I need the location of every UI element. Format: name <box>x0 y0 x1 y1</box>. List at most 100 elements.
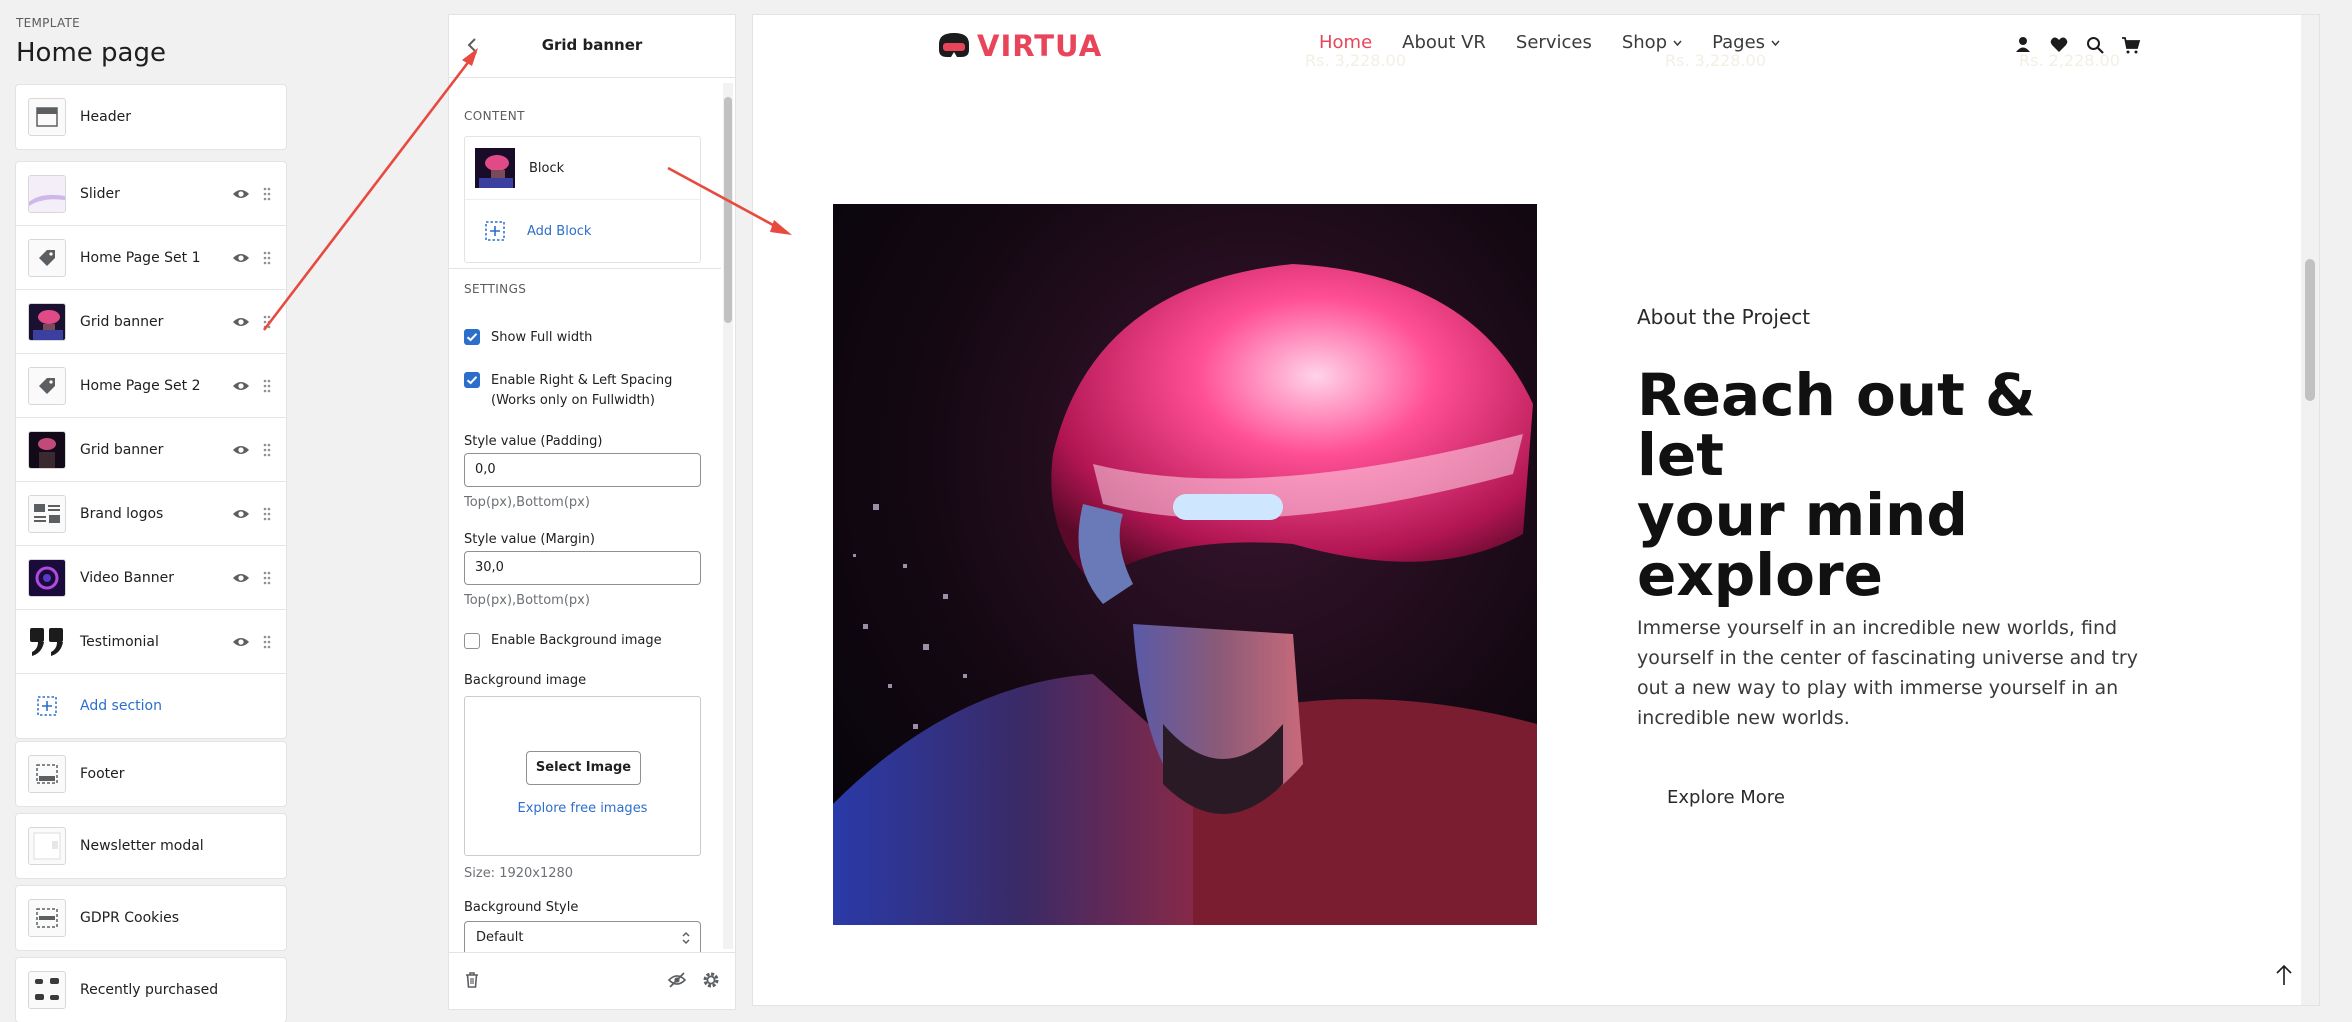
section-item-label: Header <box>80 109 131 125</box>
panel-title: Grid banner <box>541 36 643 54</box>
drag-handle-icon[interactable] <box>262 315 272 329</box>
section-item-label: Recently purchased <box>80 982 219 998</box>
section-item-testimonial[interactable]: Testimonial <box>16 610 286 674</box>
panel-header: Grid banner <box>449 15 735 78</box>
grid-banner-thumbnail <box>28 430 66 469</box>
template-caption: TEMPLATE <box>16 16 81 30</box>
drag-handle-icon[interactable] <box>262 443 272 457</box>
menu-item-label: About VR <box>1402 32 1486 53</box>
menu-item-label: Home <box>1319 32 1373 53</box>
sections-card: Slider Home Page Set 1 Grid banner Home … <box>15 161 287 739</box>
section-item-label: Video Banner <box>80 569 174 586</box>
menu-item-home[interactable]: Home <box>1319 32 1372 53</box>
add-section-label: Add section <box>80 698 162 714</box>
padding-label: Style value (Padding) <box>464 434 603 449</box>
section-item-recently-purchased[interactable]: Recently purchased <box>16 958 286 1022</box>
gear-icon[interactable] <box>701 970 721 990</box>
block-thumbnail <box>475 148 515 188</box>
drag-handle-icon[interactable] <box>262 571 272 585</box>
section-item-video-banner[interactable]: Video Banner <box>16 546 286 610</box>
section-item-home-page-set-2[interactable]: Home Page Set 2 <box>16 354 286 418</box>
eye-slash-icon[interactable] <box>667 971 687 989</box>
add-block-button[interactable]: Add Block <box>465 200 700 262</box>
select-image-button[interactable]: Select Image <box>526 751 641 785</box>
arrow-up-icon[interactable] <box>2274 963 2294 987</box>
heart-icon[interactable] <box>2049 35 2069 55</box>
add-section-button[interactable]: Add section <box>16 674 286 738</box>
block-item[interactable]: Block <box>465 137 700 200</box>
background-image-picker: Select Image Explore free images <box>464 696 701 856</box>
padding-input[interactable]: 0,0 <box>464 453 701 487</box>
section-item-grid-banner[interactable]: Grid banner <box>16 290 286 354</box>
menu-item-services[interactable]: Services <box>1516 32 1592 53</box>
menu-item-about-vr[interactable]: About VR <box>1402 32 1486 53</box>
section-item-grid-banner-2[interactable]: Grid banner <box>16 418 286 482</box>
margin-hint: Top(px),Bottom(px) <box>464 593 590 608</box>
eye-icon[interactable] <box>232 636 250 648</box>
drag-handle-icon[interactable] <box>262 635 272 649</box>
section-item-header[interactable]: Header <box>16 85 286 149</box>
newsletter-card: Newsletter modal <box>15 813 287 879</box>
trash-icon[interactable] <box>463 970 481 990</box>
add-block-icon <box>485 221 505 241</box>
eye-icon[interactable] <box>232 444 250 456</box>
section-item-label: Grid banner <box>80 313 164 330</box>
show-full-width-checkbox[interactable] <box>464 329 480 345</box>
vr-headset-logo-icon <box>939 33 969 57</box>
select-arrows-icon <box>682 931 690 945</box>
eye-icon[interactable] <box>232 508 250 520</box>
enable-spacing-sublabel: (Works only on Fullwidth) <box>491 393 655 408</box>
eye-icon[interactable] <box>232 380 250 392</box>
eye-icon[interactable] <box>232 316 250 328</box>
eye-icon[interactable] <box>232 572 250 584</box>
menu-item-pages[interactable]: Pages <box>1712 32 1780 53</box>
search-icon[interactable] <box>2085 35 2105 55</box>
drag-handle-icon[interactable] <box>262 187 272 201</box>
section-item-brand-logos[interactable]: Brand logos <box>16 482 286 546</box>
background-style-select[interactable]: Default <box>464 921 701 953</box>
margin-input[interactable]: 30,0 <box>464 551 701 585</box>
drag-handle-icon[interactable] <box>262 507 272 521</box>
section-item-label: Slider <box>80 185 120 202</box>
panel-scrollbar-thumb[interactable] <box>724 97 732 323</box>
panel-scrollbar[interactable] <box>723 83 733 949</box>
show-full-width-label: Show Full width <box>491 330 593 345</box>
preview-scrollbar[interactable] <box>2301 15 2319 1005</box>
preview-scrollbar-thumb[interactable] <box>2305 259 2315 401</box>
section-item-label: Brand logos <box>80 505 164 522</box>
template-sidebar: TEMPLATE Home page Header Slider Home Pa… <box>0 0 298 1022</box>
hero-paragraph: Immerse yourself in an incredible new wo… <box>1637 617 2138 729</box>
settings-heading: SETTINGS <box>464 282 527 296</box>
section-item-label: Home Page Set 1 <box>80 249 201 266</box>
section-item-footer[interactable]: Footer <box>16 742 286 806</box>
headline-line: explore <box>1637 541 1883 609</box>
drag-handle-icon[interactable] <box>262 379 272 393</box>
add-section-icon <box>28 687 66 725</box>
content-heading: CONTENT <box>464 109 525 123</box>
eye-icon[interactable] <box>232 188 250 200</box>
section-item-slider[interactable]: Slider <box>16 162 286 226</box>
enable-spacing-checkbox[interactable] <box>464 372 480 388</box>
site-logo[interactable]: VIRTUA <box>935 29 1102 63</box>
tag-icon <box>28 238 66 277</box>
cart-icon[interactable] <box>2121 35 2141 55</box>
user-icon[interactable] <box>2013 35 2033 55</box>
eye-icon[interactable] <box>232 252 250 264</box>
headline-line: Reach out & let <box>1637 361 2036 489</box>
drag-handle-icon[interactable] <box>262 251 272 265</box>
section-item-label: Grid banner <box>80 441 164 458</box>
panel-scroll-area: CONTENT Block Add Block SETTINGS Show Fu… <box>449 78 735 953</box>
chevron-down-icon <box>1673 40 1682 46</box>
quote-icon <box>28 623 66 661</box>
section-item-gdpr-cookies[interactable]: GDPR Cookies <box>16 886 286 950</box>
headline-line: your mind <box>1637 481 1968 549</box>
explore-free-images-link[interactable]: Explore free images <box>465 801 700 816</box>
section-item-newsletter-modal[interactable]: Newsletter modal <box>16 814 286 878</box>
section-item-home-page-set-1[interactable]: Home Page Set 1 <box>16 226 286 290</box>
enable-background-checkbox[interactable] <box>464 633 480 649</box>
menu-item-shop[interactable]: Shop <box>1622 32 1682 53</box>
chevron-down-icon <box>1771 40 1780 46</box>
background-image-label: Background image <box>464 673 587 688</box>
explore-more-button[interactable]: Explore More <box>1667 787 1785 808</box>
section-item-label: GDPR Cookies <box>80 910 180 926</box>
